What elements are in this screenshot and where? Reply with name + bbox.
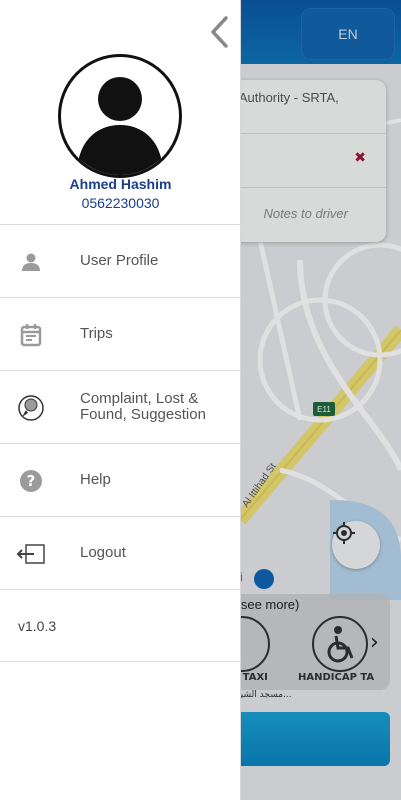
complaint-icon (16, 393, 46, 423)
chevron-left-icon[interactable] (206, 14, 232, 50)
menu-item-complaint[interactable]: Complaint, Lost & Found, Suggestion (0, 370, 241, 443)
menu-item-user-profile[interactable]: User Profile (0, 224, 241, 297)
menu-label-logout: Logout (80, 544, 126, 561)
menu-label-complaint-line2: Found, Suggestion (80, 406, 206, 423)
menu-label-complaint: Complaint, Lost & Found, Suggestion (80, 391, 206, 423)
menu-label-user-profile: User Profile (80, 252, 159, 269)
menu-item-help[interactable]: ? Help (0, 443, 241, 516)
side-drawer: Ahmed Hashim 0562230030 User Profile Tri… (0, 0, 241, 800)
logout-icon (16, 539, 46, 569)
version-row: v1.0.3 (0, 589, 241, 662)
menu-label-help: Help (80, 471, 111, 488)
drawer-menu: User Profile Trips Complaint, Lost & Fou… (0, 224, 241, 662)
svg-text:?: ? (27, 472, 36, 490)
menu-item-logout[interactable]: Logout (0, 516, 241, 589)
user-phone: 0562230030 (81, 195, 160, 211)
app-version: v1.0.3 (18, 618, 57, 634)
calendar-icon (16, 320, 46, 350)
avatar[interactable] (58, 54, 182, 178)
menu-label-trips: Trips (80, 325, 113, 342)
user-silhouette-icon (77, 77, 163, 175)
user-name: Ahmed Hashim (69, 176, 172, 192)
menu-item-trips[interactable]: Trips (0, 297, 241, 370)
menu-label-complaint-line1: Complaint, Lost & (80, 390, 199, 407)
drawer-scrim[interactable] (241, 0, 401, 800)
help-icon: ? (16, 466, 46, 496)
person-icon (16, 247, 46, 277)
